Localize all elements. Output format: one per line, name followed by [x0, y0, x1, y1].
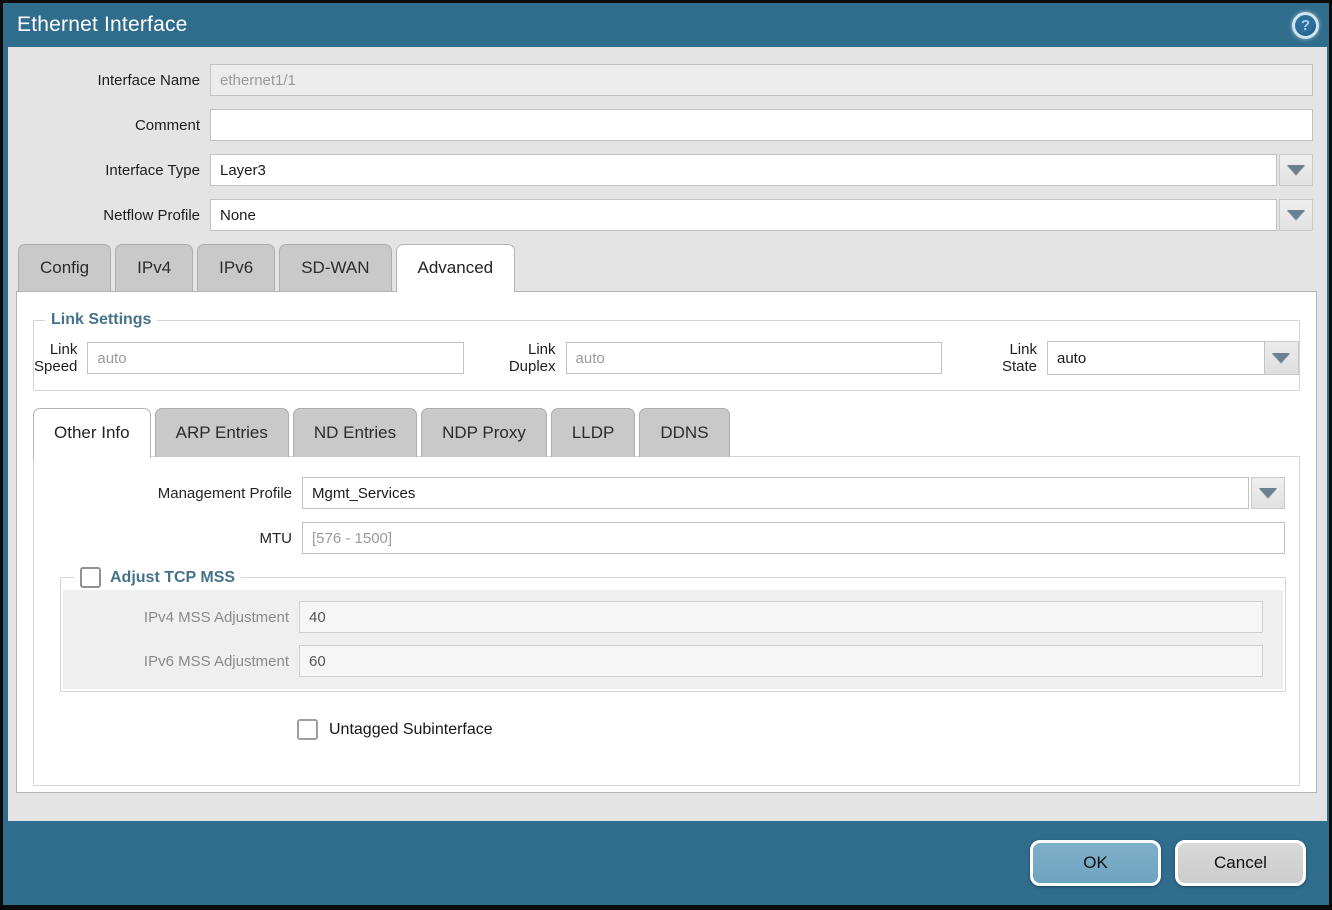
interface-type-row: Interface Type [8, 154, 1327, 186]
dialog-title: Ethernet Interface [17, 13, 188, 37]
ipv4-mss-label: IPv4 MSS Adjustment [63, 609, 289, 626]
link-speed-label: Link Speed [34, 341, 77, 375]
chevron-down-icon [1272, 353, 1290, 363]
link-speed-input[interactable] [87, 342, 463, 374]
ipv6-mss-label: IPv6 MSS Adjustment [63, 653, 289, 670]
mtu-input[interactable] [302, 522, 1285, 554]
comment-label: Comment [8, 117, 200, 134]
interface-type-label: Interface Type [8, 162, 200, 179]
management-profile-input[interactable] [302, 477, 1249, 509]
tab-lldp[interactable]: LLDP [551, 408, 636, 457]
link-settings-fieldset: Link Settings Link Speed Link Duplex Lin… [33, 311, 1300, 391]
comment-row: Comment [8, 109, 1327, 141]
adjust-tcp-mss-checkbox[interactable] [80, 567, 101, 588]
chevron-down-icon [1287, 165, 1305, 175]
ipv4-mss-input [299, 601, 1263, 633]
interface-name-row: Interface Name [8, 64, 1327, 96]
mss-disabled-area: IPv4 MSS Adjustment IPv6 MSS Adjustment [63, 590, 1283, 689]
tab-advanced[interactable]: Advanced [396, 244, 516, 292]
dialog-frame: Ethernet Interface ? Interface Name Comm… [3, 3, 1329, 905]
adjust-tcp-mss-legend: Adjust TCP MSS [74, 567, 241, 588]
ipv6-mss-row: IPv6 MSS Adjustment [63, 645, 1283, 677]
tab-ddns[interactable]: DDNS [639, 408, 729, 457]
main-tabs: Config IPv4 IPv6 SD-WAN Advanced [18, 244, 1327, 291]
link-duplex-label: Link Duplex [509, 341, 556, 375]
tab-nd-entries[interactable]: ND Entries [293, 408, 417, 457]
dialog-titlebar: Ethernet Interface ? [3, 3, 1329, 47]
management-profile-label: Management Profile [34, 485, 292, 502]
link-state-combobox [1047, 341, 1299, 375]
other-info-panel: Management Profile MTU [33, 456, 1300, 786]
interface-type-input[interactable] [210, 154, 1277, 186]
ipv6-mss-input [299, 645, 1263, 677]
mtu-row: MTU [34, 522, 1299, 554]
dialog-footer: OK Cancel [3, 821, 1329, 905]
link-settings-legend: Link Settings [45, 311, 157, 329]
mtu-label: MTU [34, 530, 292, 547]
help-icon[interactable]: ? [1292, 12, 1319, 39]
tab-sdwan[interactable]: SD-WAN [279, 244, 391, 291]
untagged-subinterface-label: Untagged Subinterface [329, 721, 493, 739]
tab-ipv6[interactable]: IPv6 [197, 244, 275, 291]
untagged-subinterface-checkbox[interactable] [297, 719, 318, 740]
chevron-down-icon [1287, 210, 1305, 220]
ethernet-interface-dialog: Ethernet Interface ? Interface Name Comm… [0, 0, 1332, 910]
management-profile-row: Management Profile [34, 477, 1299, 509]
netflow-profile-input[interactable] [210, 199, 1277, 231]
interface-name-label: Interface Name [8, 72, 200, 89]
netflow-profile-combobox [210, 199, 1313, 231]
link-state-dropdown-button[interactable] [1265, 341, 1299, 375]
inner-tabs: Other Info ARP Entries ND Entries NDP Pr… [33, 408, 1316, 457]
tab-config[interactable]: Config [18, 244, 111, 291]
netflow-profile-row: Netflow Profile [8, 199, 1327, 231]
advanced-tab-panel: Link Settings Link Speed Link Duplex Lin… [16, 291, 1317, 793]
adjust-tcp-mss-legend-text: Adjust TCP MSS [110, 569, 235, 587]
netflow-profile-dropdown-button[interactable] [1279, 199, 1313, 231]
adjust-tcp-mss-fieldset: Adjust TCP MSS IPv4 MSS Adjustment IPv6 … [60, 567, 1286, 692]
interface-type-dropdown-button[interactable] [1279, 154, 1313, 186]
comment-input[interactable] [210, 109, 1313, 141]
netflow-profile-label: Netflow Profile [8, 207, 200, 224]
management-profile-dropdown-button[interactable] [1251, 477, 1285, 509]
cancel-button[interactable]: Cancel [1175, 840, 1306, 886]
ipv4-mss-row: IPv4 MSS Adjustment [63, 601, 1283, 633]
tab-arp-entries[interactable]: ARP Entries [155, 408, 289, 457]
tab-ipv4[interactable]: IPv4 [115, 244, 193, 291]
tab-other-info[interactable]: Other Info [33, 408, 151, 458]
tab-ndp-proxy[interactable]: NDP Proxy [421, 408, 547, 457]
interface-type-combobox [210, 154, 1313, 186]
chevron-down-icon [1259, 488, 1277, 498]
link-state-label: Link State [1002, 341, 1037, 375]
dialog-body: Interface Name Comment Interface Type [8, 47, 1327, 821]
management-profile-combobox [302, 477, 1285, 509]
untagged-subinterface-row: Untagged Subinterface [297, 719, 1299, 740]
link-duplex-input[interactable] [566, 342, 942, 374]
link-settings-row: Link Speed Link Duplex Link State [34, 341, 1299, 375]
link-state-input[interactable] [1047, 341, 1265, 375]
interface-name-input [210, 64, 1313, 96]
ok-button[interactable]: OK [1030, 840, 1161, 886]
